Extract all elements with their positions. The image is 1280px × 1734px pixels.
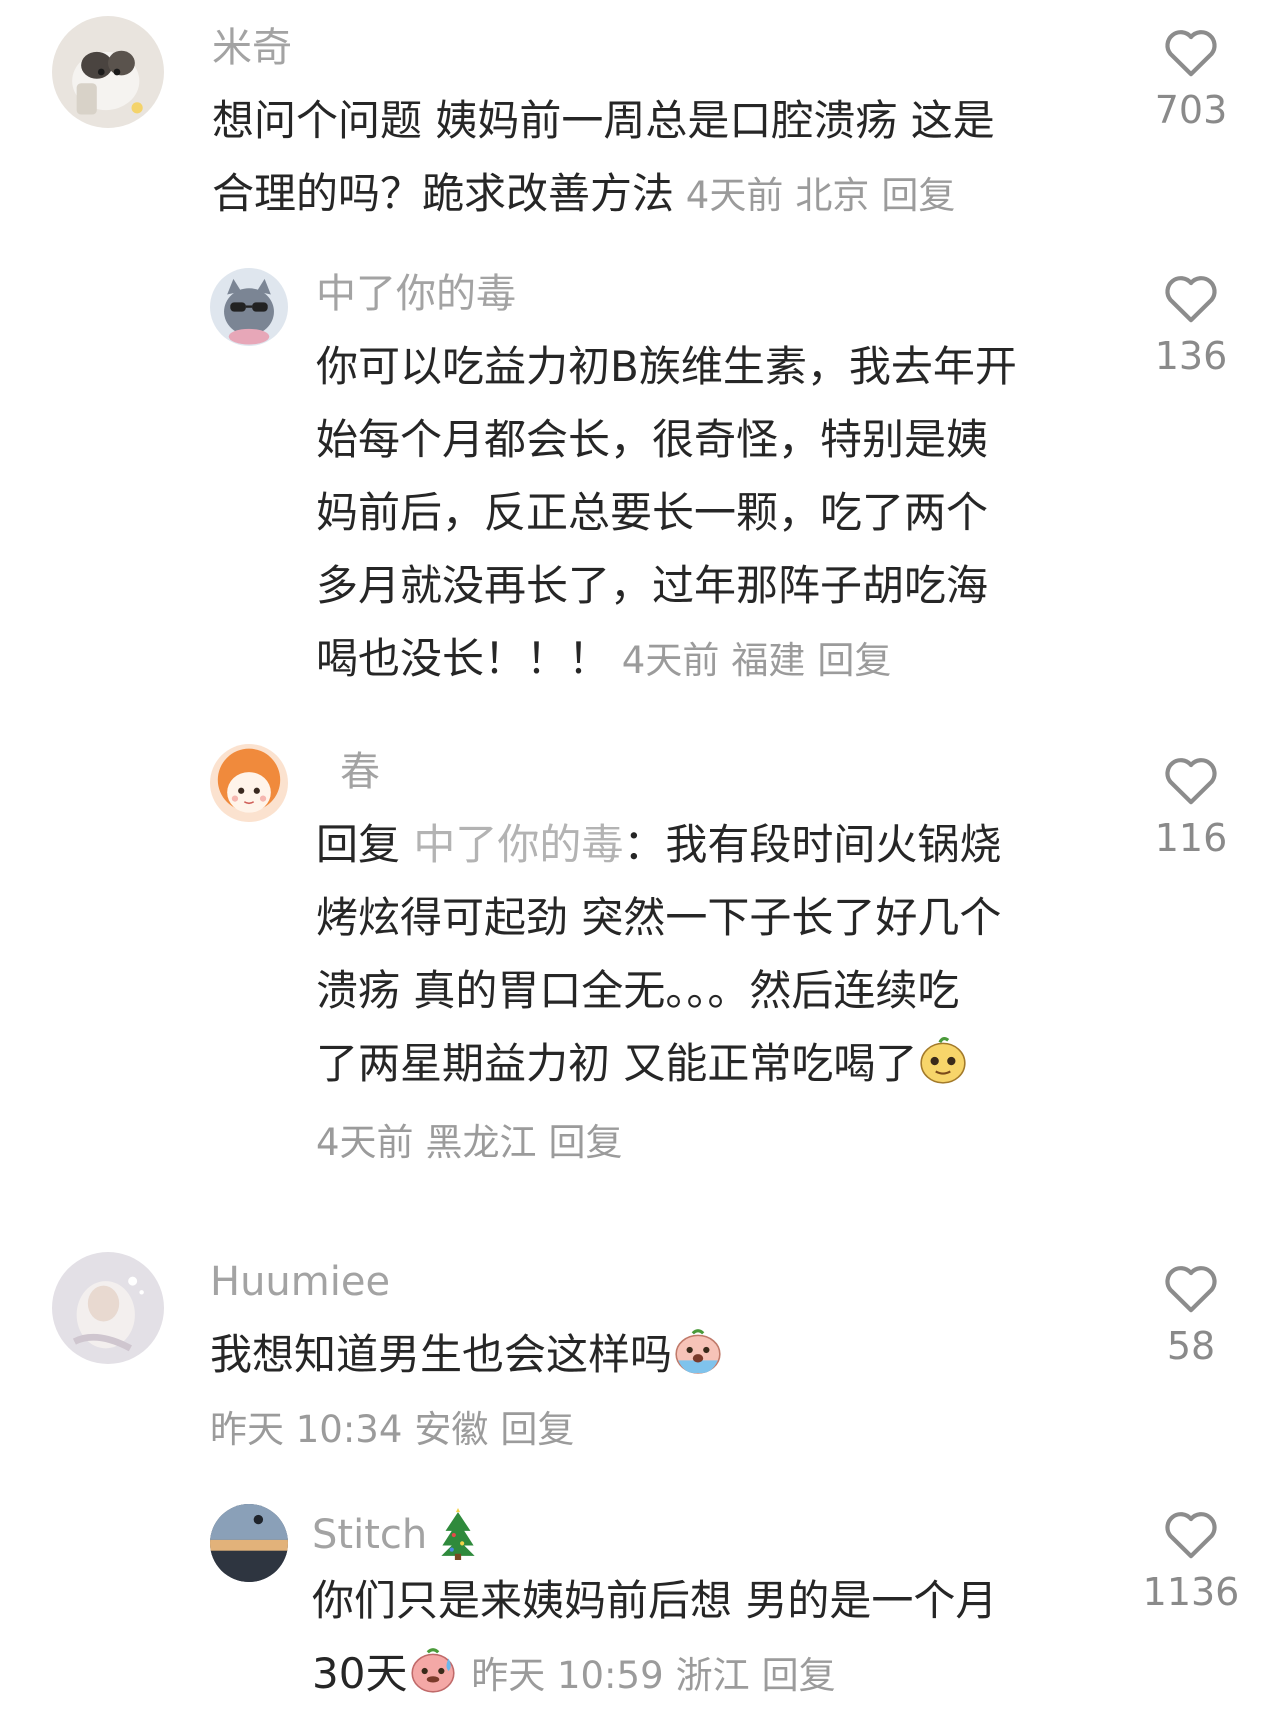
reply-target-username[interactable]: 中了你的毒 bbox=[413, 820, 623, 869]
comment-line: 你们只是来姨妈前后想 男的是一个月 bbox=[312, 1576, 998, 1625]
heart-icon bbox=[1165, 276, 1217, 323]
comment-username[interactable]: 米奇 bbox=[212, 28, 292, 68]
avatar[interactable] bbox=[210, 1504, 288, 1582]
comment-line-text: 30天 bbox=[312, 1649, 408, 1698]
like-count: 136 bbox=[1154, 334, 1228, 378]
comment-line: 始每个月都会长，很奇怪，特别是姨 bbox=[316, 415, 989, 464]
avatar[interactable] bbox=[52, 1252, 164, 1364]
comment-line: 我想知道男生也会这样吗 bbox=[210, 1318, 724, 1391]
comment-line-text: ：我有段时间火锅烧 bbox=[623, 820, 1002, 869]
reply-button[interactable]: 回复 bbox=[549, 1121, 623, 1164]
comment-body: 想问个问题 姨妈前一周总是口腔溃疡 这是 合理的吗？跪求改善方法 4天前 北京 回复 bbox=[212, 84, 995, 232]
comment-line: 了两星期益力初 又能正常吃喝了 bbox=[316, 1027, 1001, 1100]
comment-username[interactable]: Huumiee bbox=[210, 1262, 390, 1302]
like-count: 116 bbox=[1154, 816, 1228, 860]
sweat-face-emoji-icon bbox=[407, 1644, 459, 1696]
avatar[interactable] bbox=[210, 268, 288, 346]
comment-line: 回复 中了你的毒：我有段时间火锅烧 bbox=[316, 808, 1001, 881]
comment-line-text: 了两星期益力初 又能正常吃喝了 bbox=[316, 1039, 918, 1088]
comment-meta: 4天前 黑龙江 回复 bbox=[316, 1106, 1001, 1179]
comment-body: 你们只是来姨妈前后想 男的是一个月 30天 昨天 10:59 浙江 回复 bbox=[312, 1564, 997, 1712]
heart-icon bbox=[1165, 758, 1217, 805]
comment-line: 多月就没再长了，过年那阵子胡吃海 bbox=[316, 561, 989, 610]
comment-location: 北京 bbox=[795, 174, 870, 217]
heart-icon bbox=[1165, 30, 1217, 77]
like-count: 58 bbox=[1166, 1324, 1216, 1368]
comment-line: 30天 昨天 10:59 浙江 回复 bbox=[312, 1637, 997, 1712]
comment-line: 你可以吃益力初B族维生素，我去年开 bbox=[316, 342, 1017, 391]
comment-body: 你可以吃益力初B族维生素，我去年开 始每个月都会长，很奇怪，特别是姨 妈前后，反… bbox=[316, 330, 1017, 697]
comment-meta: 昨天 10:59 浙江 回复 bbox=[459, 1654, 847, 1697]
comment-meta: 4天前 北京 回复 bbox=[674, 174, 967, 217]
sunset-avatar-icon bbox=[210, 1504, 288, 1582]
comment-time: 4天前 bbox=[316, 1121, 414, 1164]
like-button[interactable]: 116 bbox=[1126, 754, 1256, 860]
heart-icon bbox=[1165, 1512, 1217, 1559]
like-button[interactable]: 136 bbox=[1126, 272, 1256, 378]
like-button[interactable]: 1136 bbox=[1126, 1508, 1256, 1614]
avatar[interactable] bbox=[52, 16, 164, 128]
crying-emoji-icon bbox=[672, 1325, 724, 1377]
comment-line: 喝也没长！！！ 4天前 福建 回复 bbox=[316, 622, 1017, 697]
comment-username[interactable]: Stitch bbox=[312, 1508, 481, 1560]
comment-time: 4天前 bbox=[621, 639, 720, 682]
reply-button[interactable]: 回复 bbox=[881, 174, 955, 217]
comment-location: 浙江 bbox=[675, 1654, 750, 1697]
reply-button[interactable]: 回复 bbox=[817, 639, 891, 682]
comment-meta: 4天前 福建 回复 bbox=[610, 639, 903, 682]
comment-username-text: Stitch bbox=[312, 1512, 428, 1558]
comment-body: 回复 中了你的毒：我有段时间火锅烧 烤炫得可起劲 突然一下子长了好几个 溃疡 真… bbox=[316, 808, 1001, 1179]
reply-button[interactable]: 回复 bbox=[500, 1408, 574, 1451]
avatar[interactable] bbox=[210, 744, 288, 822]
cat-sunglasses-avatar-icon bbox=[210, 268, 288, 346]
comment-line: 烤炫得可起劲 突然一下子长了好几个 bbox=[316, 893, 1002, 942]
comment-username[interactable]: 中了你的毒 bbox=[316, 274, 516, 314]
comment-time: 昨天 10:59 bbox=[471, 1654, 664, 1697]
comment-location: 福建 bbox=[731, 639, 806, 682]
cat-avatar-icon bbox=[52, 16, 164, 128]
anime-girl-avatar-icon bbox=[210, 744, 288, 822]
comment-location: 安徽 bbox=[414, 1408, 489, 1451]
christmas-tree-icon bbox=[435, 1508, 481, 1560]
comment-time: 4天前 bbox=[685, 174, 784, 217]
soft-portrait-avatar-icon bbox=[52, 1252, 164, 1364]
comment-line: 溃疡 真的胃口全无。。。然后连续吃 bbox=[316, 966, 960, 1015]
like-count: 1136 bbox=[1142, 1570, 1240, 1614]
like-count: 703 bbox=[1154, 88, 1228, 132]
comment-line: 合理的吗？跪求改善方法 4天前 北京 回复 bbox=[212, 157, 995, 232]
comment-body: 我想知道男生也会这样吗 昨天 10:34 安徽 回复 bbox=[210, 1318, 724, 1466]
comment-line: 想问个问题 姨妈前一周总是口腔溃疡 这是 bbox=[212, 96, 995, 145]
comment-username[interactable]: 春 bbox=[340, 752, 380, 792]
comment-line-text: 合理的吗？跪求改善方法 bbox=[212, 169, 675, 218]
comment-line: 妈前后，反正总要长一颗，吃了两个 bbox=[316, 488, 989, 537]
like-button[interactable]: 703 bbox=[1126, 26, 1256, 132]
comment-location: 黑龙江 bbox=[425, 1121, 537, 1164]
reply-button[interactable]: 回复 bbox=[762, 1654, 836, 1697]
comment-line-text: 喝也没长！！！ bbox=[316, 634, 611, 683]
reply-prefix: 回复 bbox=[316, 820, 401, 869]
comment-meta: 昨天 10:34 安徽 回复 bbox=[210, 1393, 724, 1466]
smug-face-emoji-icon bbox=[917, 1034, 969, 1086]
heart-icon bbox=[1165, 1266, 1217, 1313]
like-button[interactable]: 58 bbox=[1126, 1262, 1256, 1368]
comment-line-text: 我想知道男生也会这样吗 bbox=[210, 1330, 673, 1379]
comment-time: 昨天 10:34 bbox=[210, 1408, 403, 1451]
